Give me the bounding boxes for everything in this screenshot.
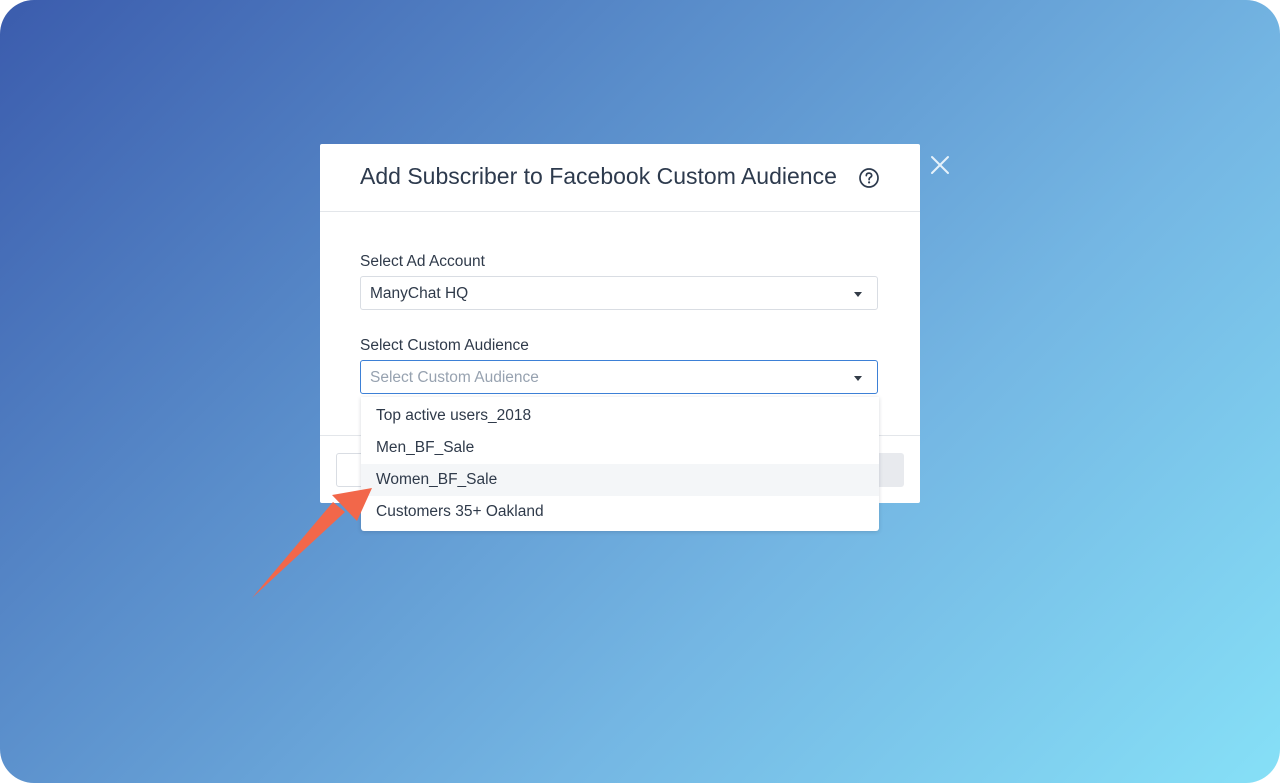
custom-audience-label: Select Custom Audience: [360, 337, 529, 354]
ad-account-select[interactable]: ManyChat HQ: [360, 276, 878, 310]
ad-account-value: ManyChat HQ: [370, 285, 469, 302]
modal-title: Add Subscriber to Facebook Custom Audien…: [360, 163, 837, 189]
dropdown-option[interactable]: Customers 35+ Oakland: [361, 496, 879, 528]
dropdown-option-highlighted[interactable]: Women_BF_Sale: [361, 464, 879, 496]
ad-account-label: Select Ad Account: [360, 253, 485, 270]
dropdown-option[interactable]: Top active users_2018: [361, 400, 879, 432]
backdrop: Add Subscriber to Facebook Custom Audien…: [0, 0, 1280, 783]
custom-audience-dropdown: Top active users_2018 Men_BF_Sale Women_…: [361, 397, 879, 531]
caret-down-icon: [854, 292, 862, 297]
custom-audience-placeholder: Select Custom Audience: [370, 369, 539, 386]
modal-header: Add Subscriber to Facebook Custom Audien…: [320, 144, 920, 212]
help-icon[interactable]: [858, 167, 880, 189]
caret-down-icon: [854, 376, 862, 381]
custom-audience-select[interactable]: Select Custom Audience: [360, 360, 878, 394]
close-icon[interactable]: [927, 152, 953, 178]
dropdown-option[interactable]: Men_BF_Sale: [361, 432, 879, 464]
